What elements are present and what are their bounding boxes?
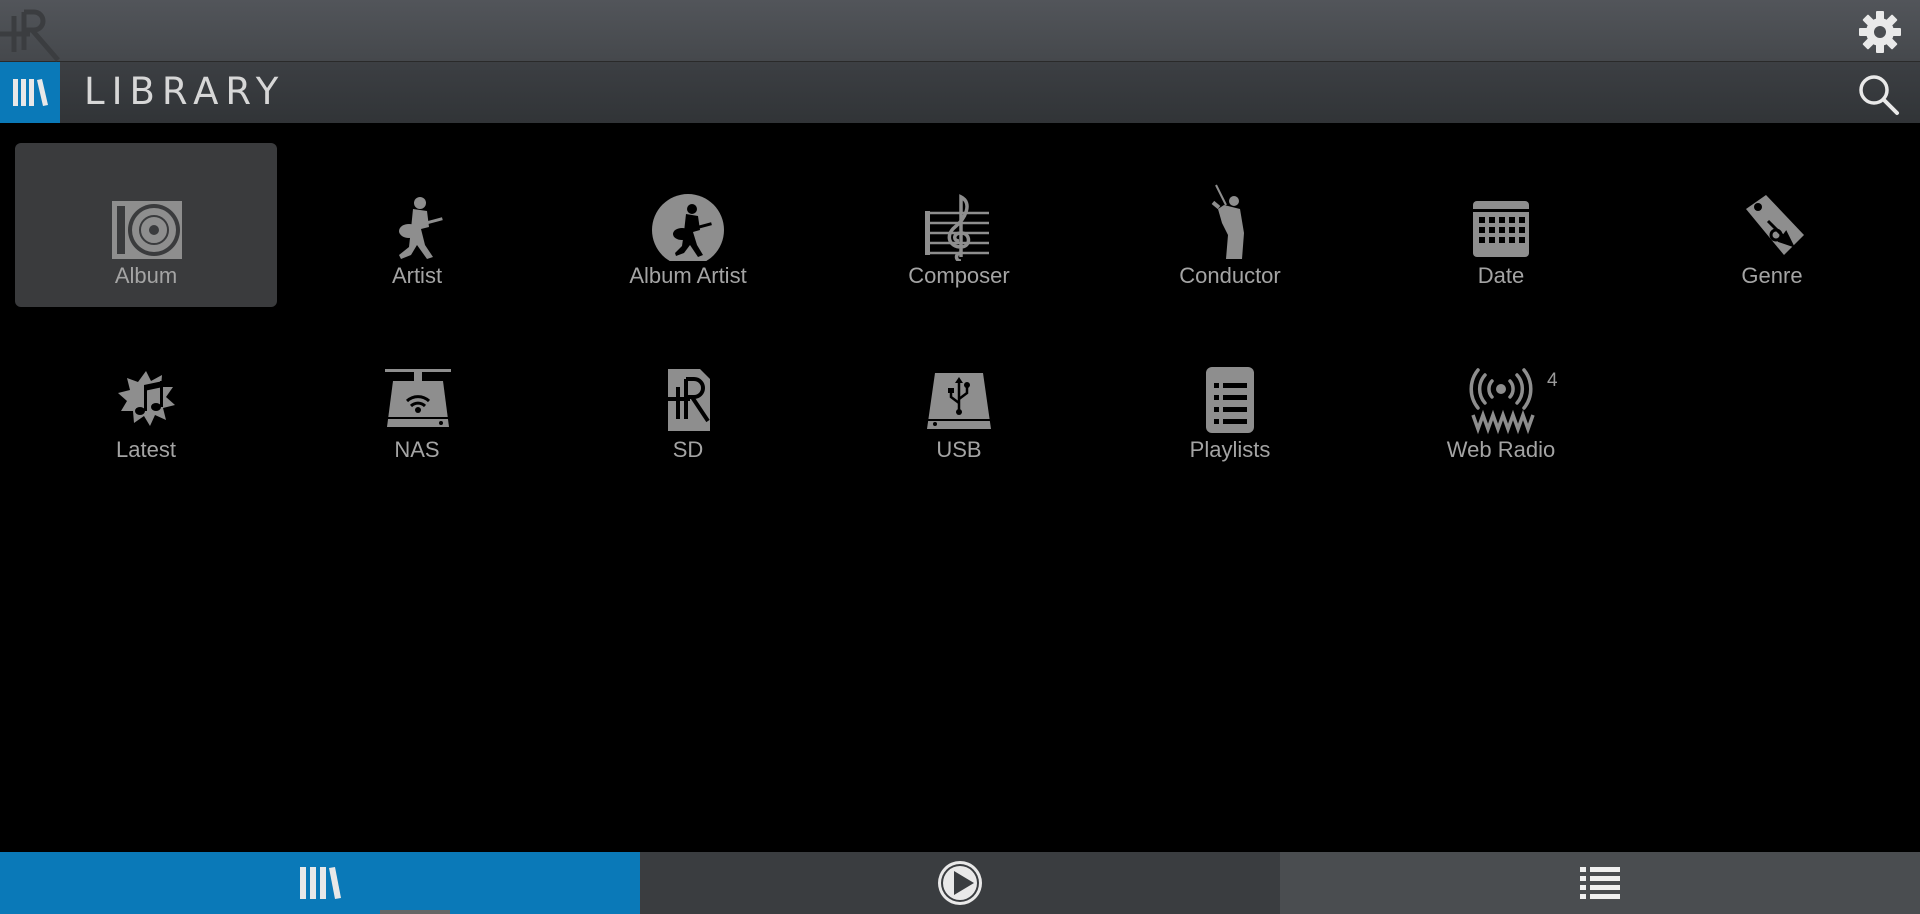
guitarist-circle-icon <box>652 194 724 261</box>
treble-clef-icon <box>925 194 989 261</box>
category-nas[interactable]: NAS <box>286 317 548 481</box>
category-label: Artist <box>391 263 443 288</box>
bottom-nav <box>0 852 1920 914</box>
library-menu-button[interactable] <box>0 62 60 123</box>
category-label: Latest <box>116 437 176 462</box>
conductor-icon <box>1211 184 1244 259</box>
search-icon[interactable] <box>1856 72 1900 116</box>
category-label: USB <box>936 437 982 462</box>
page-title: LIBRARY <box>84 70 286 113</box>
nav-queue-tab[interactable] <box>1280 852 1920 914</box>
calendar-icon <box>1473 201 1529 257</box>
nav-now-playing-tab[interactable] <box>640 852 1280 914</box>
library-header: LIBRARY <box>0 62 1920 123</box>
category-conductor[interactable]: Conductor <box>1099 143 1361 307</box>
play-circle-icon <box>938 861 982 905</box>
category-label: NAS <box>394 437 440 462</box>
category-label: Date <box>1477 263 1525 288</box>
gear-icon[interactable] <box>1858 10 1902 54</box>
category-genre[interactable]: Genre <box>1641 143 1903 307</box>
category-label: Album <box>114 263 178 288</box>
category-composer[interactable]: Composer <box>828 143 1090 307</box>
library-books-icon <box>13 79 48 106</box>
category-label: Genre <box>1741 263 1803 288</box>
category-usb[interactable]: USB <box>828 317 1090 481</box>
web-radio-count: 4 <box>1547 370 1558 391</box>
category-artist[interactable]: Artist <box>286 143 548 307</box>
category-album[interactable]: Album <box>15 143 277 307</box>
album-disc-icon <box>112 201 182 259</box>
usb-drive-icon <box>927 373 991 429</box>
category-date[interactable]: Date <box>1370 143 1632 307</box>
category-label: Composer <box>908 263 1010 288</box>
rk-logo-icon <box>0 9 60 62</box>
category-latest[interactable]: Latest <box>15 317 277 481</box>
home-indicator <box>380 910 450 914</box>
list-icon <box>1580 867 1620 899</box>
sd-card-icon <box>666 369 710 431</box>
library-books-icon <box>300 867 341 899</box>
category-label: Playlists <box>1189 437 1271 462</box>
tag-trumpet-icon <box>1746 195 1804 255</box>
category-web-radio[interactable]: 4 Web Radio <box>1370 317 1632 481</box>
starburst-note-icon <box>118 371 175 426</box>
category-playlists[interactable]: Playlists <box>1099 317 1361 481</box>
category-label: Album Artist <box>629 263 747 288</box>
guitarist-icon <box>399 197 443 259</box>
category-label: Web Radio <box>1446 437 1556 462</box>
web-radio-icon <box>1469 368 1535 435</box>
category-label: SD <box>672 437 704 462</box>
playlist-doc-icon <box>1206 367 1254 433</box>
top-bar <box>0 0 1920 62</box>
category-label: Conductor <box>1179 263 1281 288</box>
category-sd[interactable]: SD <box>557 317 819 481</box>
nav-library-tab[interactable] <box>0 852 640 914</box>
nas-drive-icon <box>385 369 451 427</box>
category-album-artist[interactable]: Album Artist <box>557 143 819 307</box>
